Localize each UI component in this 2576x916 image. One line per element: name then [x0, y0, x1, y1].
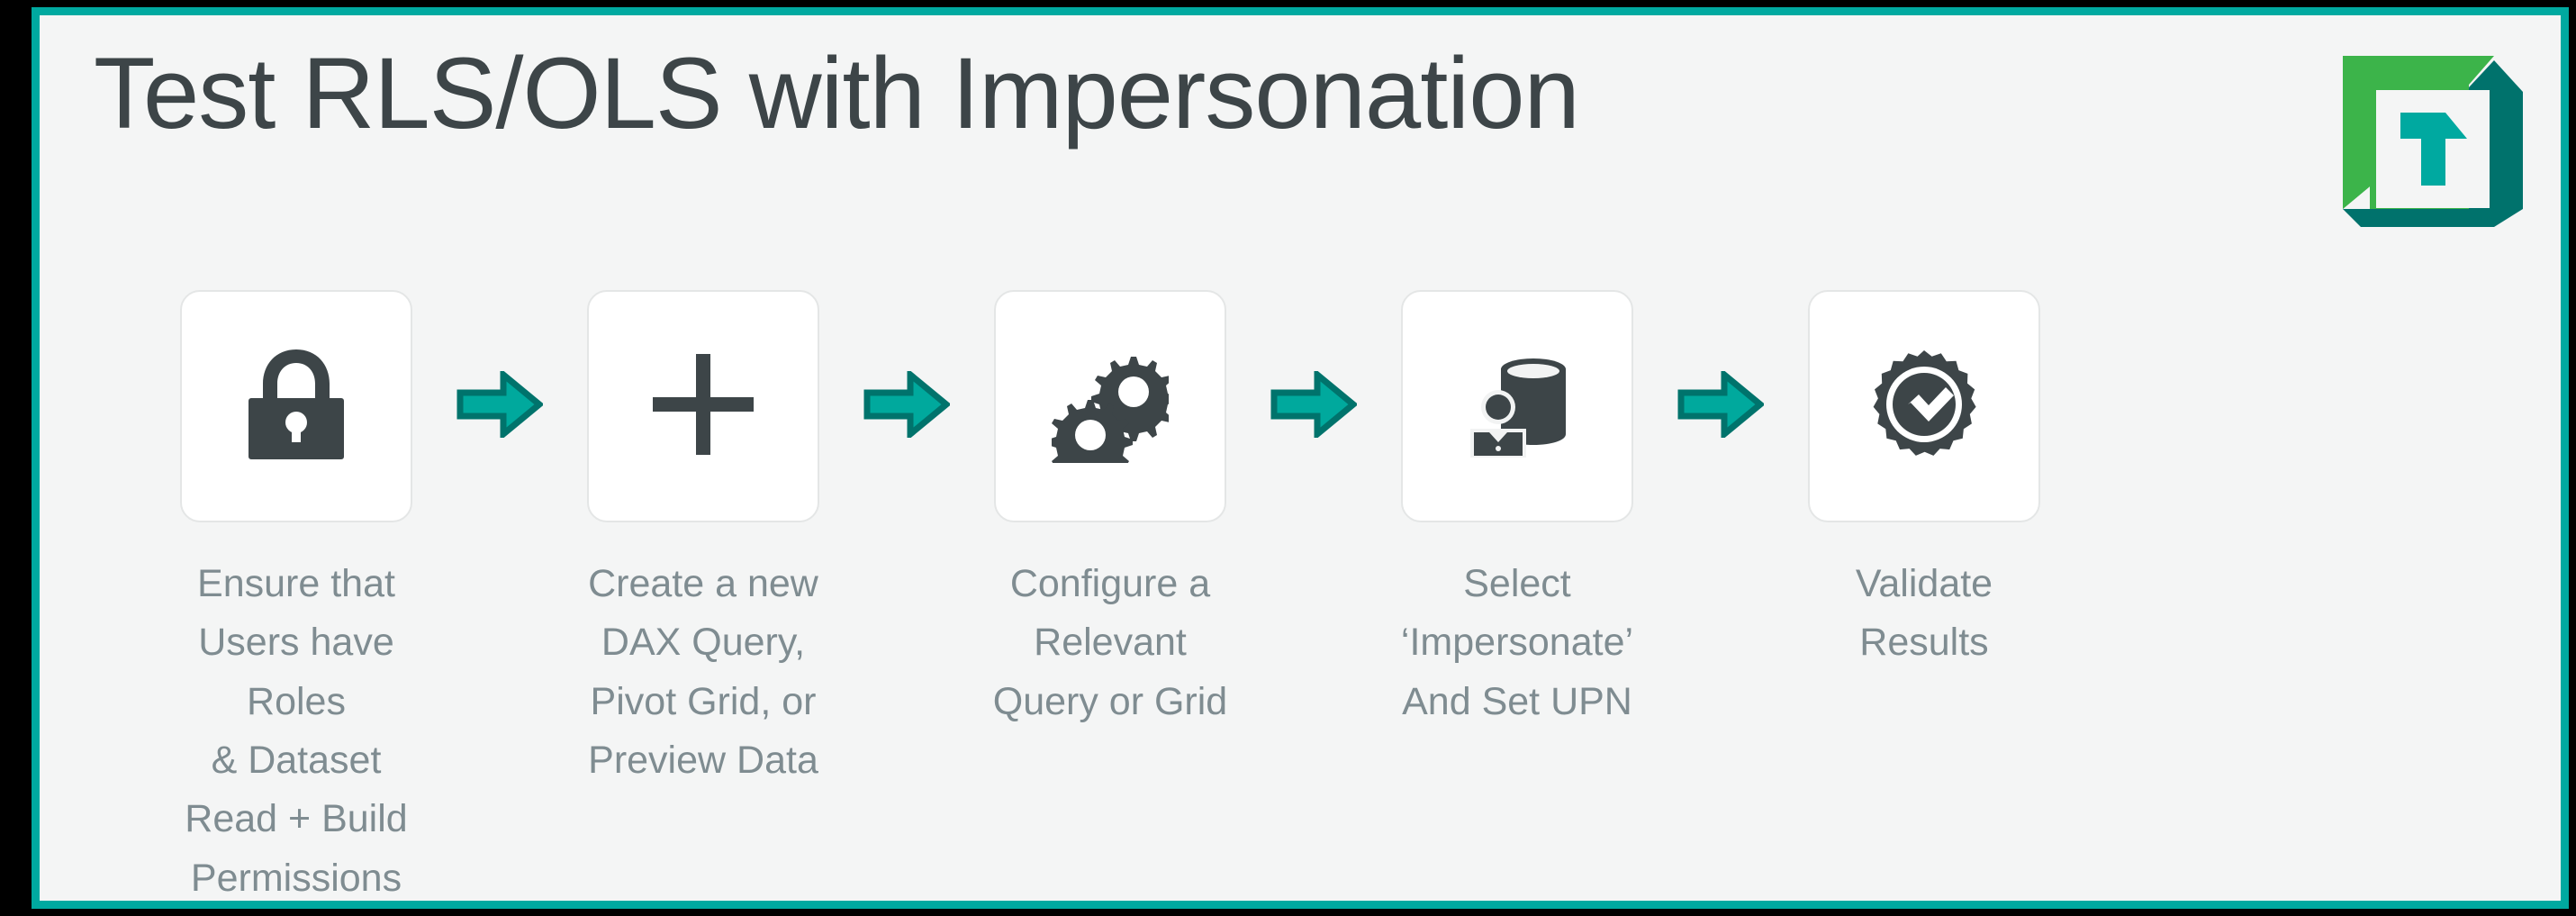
flow-arrow-4 — [1666, 290, 1776, 522]
flow-step-label-2: Create a new DAX Query, Pivot Grid, or P… — [588, 562, 818, 783]
slide-frame: Test RLS/OLS with Impersonation Ensure t… — [32, 7, 2569, 909]
flow-arrow-3 — [1259, 290, 1369, 522]
right-arrow-icon — [863, 367, 952, 442]
right-arrow-icon — [456, 367, 545, 442]
flow-step-2: Create a new DAX Query, Pivot Grid, or P… — [555, 290, 852, 790]
flow-step-card-4[interactable] — [1401, 290, 1633, 522]
database-user-icon — [1461, 351, 1573, 462]
flow-arrow-2 — [852, 290, 962, 522]
plus-icon — [653, 353, 754, 459]
flow-step-label-5: Validate Results — [1855, 562, 1993, 665]
flow-step-label-3: Configure a Relevant Query or Grid — [992, 562, 1228, 723]
gears-icon — [1048, 346, 1176, 485]
flow-step-card-3[interactable] — [994, 290, 1226, 522]
flow-step-card-2[interactable] — [587, 290, 819, 522]
flow-step-1: Ensure that Users have Roles & Dataset R… — [148, 290, 445, 901]
flow-step-label-4: Select ‘Impersonate’ And Set UPN — [1400, 562, 1634, 723]
flow-step-card-1[interactable] — [180, 290, 412, 522]
flow-step-label-1: Ensure that Users have Roles & Dataset R… — [185, 562, 408, 900]
verified-badge-icon — [1868, 349, 1980, 465]
flow-arrow-1 — [445, 290, 555, 522]
right-arrow-icon — [1677, 367, 1766, 442]
flow-step-4: Select ‘Impersonate’ And Set UPN — [1369, 290, 1666, 731]
right-arrow-icon — [1270, 367, 1359, 442]
page-title: Test RLS/OLS with Impersonation — [94, 37, 1580, 150]
process-flow: Ensure that Users have Roles & Dataset R… — [148, 290, 2165, 901]
tabular-editor-logo — [2334, 38, 2523, 227]
flow-step-3: Configure a Relevant Query or Grid — [962, 290, 1259, 731]
flow-step-card-5[interactable] — [1808, 290, 2040, 522]
lock-icon — [243, 348, 349, 466]
flow-step-5: Validate Results — [1776, 290, 2073, 673]
